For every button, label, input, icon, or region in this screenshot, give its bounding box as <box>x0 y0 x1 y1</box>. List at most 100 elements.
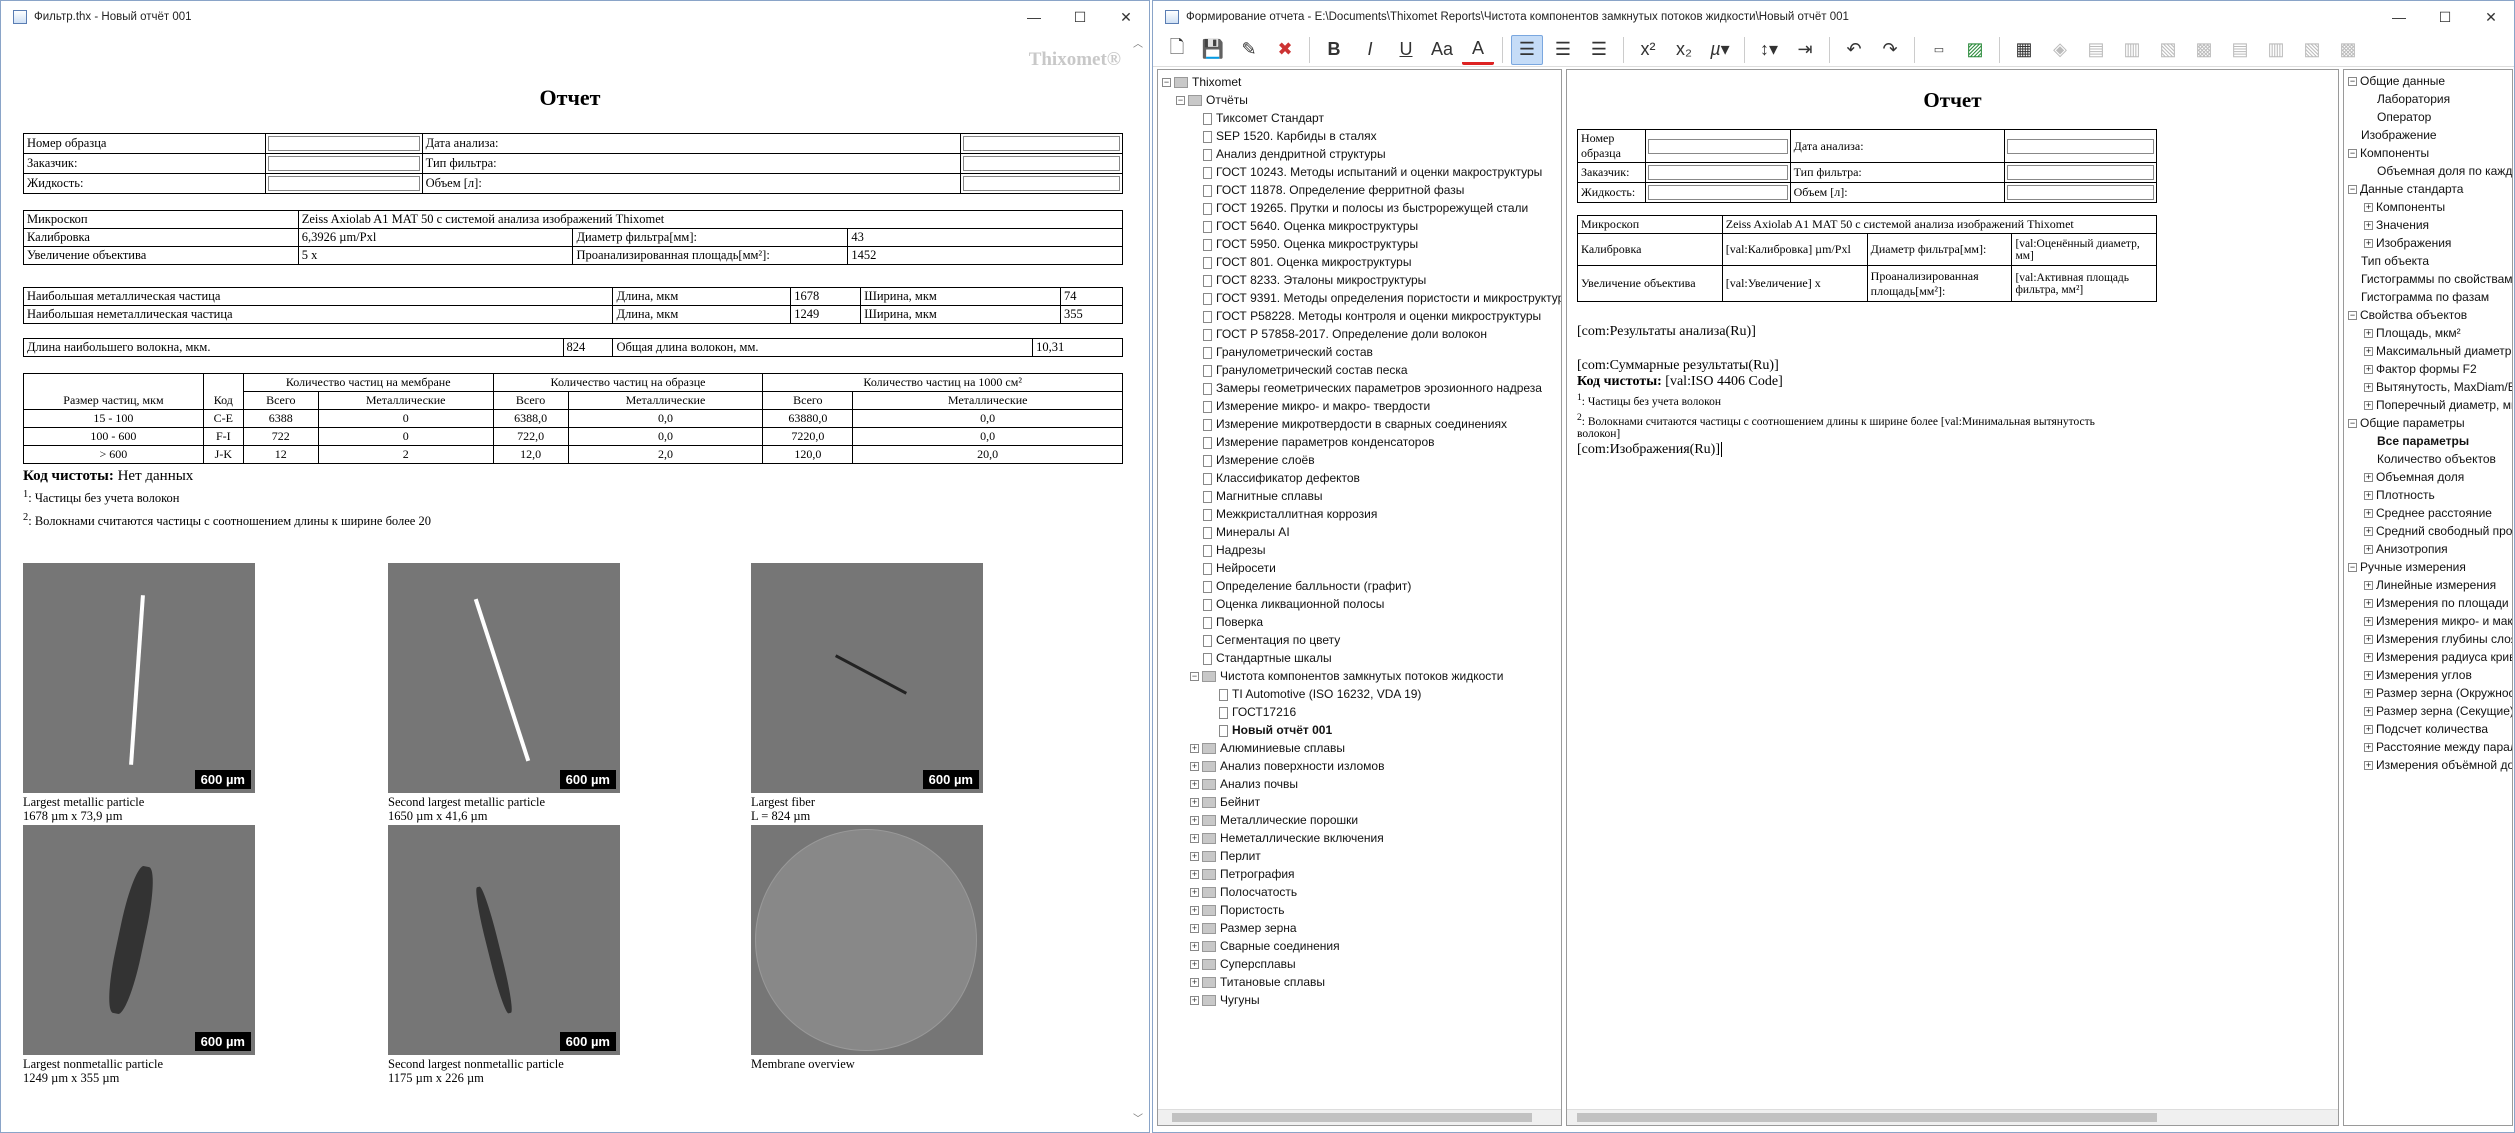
font-size-button[interactable]: Aa <box>1426 35 1458 65</box>
expand-icon[interactable]: + <box>1190 834 1199 844</box>
expand-icon[interactable]: + <box>2364 671 2373 681</box>
expand-icon[interactable]: + <box>2364 761 2373 771</box>
field-input[interactable] <box>960 133 1123 154</box>
tree-item[interactable]: Надрезы <box>1162 541 1557 559</box>
italic-button[interactable]: I <box>1354 35 1386 65</box>
property-item[interactable]: Все параметры <box>2346 432 2510 450</box>
table-tool-icon[interactable]: ▧ <box>2296 35 2328 65</box>
property-item[interactable]: + Подсчет количества <box>2346 720 2510 738</box>
property-item[interactable]: + Анизотропия <box>2346 540 2510 558</box>
tree-item[interactable]: ГОСТ Р 57858-2017. Определение доли воло… <box>1162 325 1557 343</box>
tree-item[interactable]: Определение балльности (графит) <box>1162 577 1557 595</box>
field-input[interactable] <box>960 173 1123 194</box>
expand-icon[interactable]: + <box>1190 780 1199 790</box>
undo-icon[interactable]: ↶ <box>1838 35 1870 65</box>
tree-item[interactable]: Нейросети <box>1162 559 1557 577</box>
table-tool-icon[interactable]: ▧ <box>2152 35 2184 65</box>
tree-item[interactable]: Гранулометрический состав <box>1162 343 1557 361</box>
collapse-icon[interactable]: − <box>2348 77 2357 87</box>
field-input[interactable] <box>265 173 423 194</box>
align-center-button[interactable]: ☰ <box>1547 35 1579 65</box>
tree-item[interactable]: Гранулометрический состав песка <box>1162 361 1557 379</box>
tree-item[interactable]: Классификатор дефектов <box>1162 469 1557 487</box>
redo-icon[interactable]: ↷ <box>1874 35 1906 65</box>
property-item[interactable]: + Объемная доля <box>2346 468 2510 486</box>
property-item[interactable]: − Ручные измерения <box>2346 558 2510 576</box>
property-item[interactable]: − Компоненты <box>2346 144 2510 162</box>
tree-item[interactable]: ГОСТ 9391. Методы определения пористости… <box>1162 289 1561 307</box>
tree-item-folder[interactable]: + Полосчатость <box>1162 883 1557 901</box>
insert-image-icon[interactable]: ▨ <box>1959 35 1991 65</box>
symbol-button[interactable]: µ ▾ <box>1704 35 1736 65</box>
tree-item[interactable]: TI Automotive (ISO 16232, VDA 19) <box>1162 685 1557 703</box>
expand-icon[interactable]: + <box>2364 617 2373 627</box>
expand-icon[interactable]: + <box>2364 491 2373 501</box>
underline-button[interactable]: U <box>1390 35 1422 65</box>
delete-icon[interactable]: ✖ <box>1269 35 1301 65</box>
expand-icon[interactable]: + <box>2364 689 2373 699</box>
property-item[interactable]: +Расстояние между параллельными прямыми <box>2346 738 2512 756</box>
property-item[interactable]: +Измерения микро- и макро- твердости <box>2346 612 2512 630</box>
tree-item-folder[interactable]: + Алюминиевые сплавы <box>1162 739 1557 757</box>
expand-icon[interactable]: + <box>1190 816 1199 826</box>
property-item[interactable]: + Измерения углов <box>2346 666 2510 684</box>
property-item[interactable]: + Значения <box>2346 216 2510 234</box>
align-left-button[interactable]: ☰ <box>1511 34 1543 65</box>
expand-icon[interactable]: + <box>1190 942 1199 952</box>
tree-item[interactable]: ГОСТ 8233. Эталоны микроструктуры <box>1162 271 1557 289</box>
property-item[interactable]: Гистограмма по фазам <box>2346 288 2510 306</box>
collapse-icon[interactable]: − <box>2348 185 2357 195</box>
expand-icon[interactable]: + <box>1190 744 1199 754</box>
property-item[interactable]: +Максимальный диаметр по Ферету, мкм <box>2346 342 2512 360</box>
property-item[interactable]: + Измерения объёмной доли <box>2346 756 2512 774</box>
field-input[interactable] <box>1644 182 1791 203</box>
expand-icon[interactable]: + <box>1190 978 1199 988</box>
maximize-icon[interactable]: ☐ <box>1057 1 1103 33</box>
tree-item[interactable]: SEP 1520. Карбиды в сталях <box>1162 127 1557 145</box>
property-item[interactable]: Гистограммы по свойствам <box>2346 270 2512 288</box>
expand-icon[interactable]: + <box>1190 852 1199 862</box>
vertical-scrollbar[interactable]: ︿ ﹀ <box>1133 35 1147 1125</box>
property-item[interactable]: − Свойства объектов <box>2346 306 2510 324</box>
bold-button[interactable]: B <box>1318 35 1350 65</box>
expand-icon[interactable]: + <box>1190 996 1199 1006</box>
field-input[interactable] <box>1644 129 1791 163</box>
expand-icon[interactable]: + <box>1190 762 1199 772</box>
table-tool-icon[interactable]: ▩ <box>2332 35 2364 65</box>
expand-icon[interactable]: + <box>2364 707 2373 717</box>
edit-icon[interactable]: ✎ <box>1233 35 1265 65</box>
collapse-icon[interactable]: − <box>2348 149 2357 159</box>
scroll-down-icon[interactable]: ﹀ <box>1133 1110 1143 1125</box>
tree-item[interactable]: Стандартные шкалы <box>1162 649 1557 667</box>
report-editor[interactable]: Отчет Номер образца Дата анализа: Заказчик… <box>1566 69 2339 1126</box>
expand-icon[interactable]: + <box>2364 383 2373 393</box>
property-item[interactable]: + Изображения <box>2346 234 2510 252</box>
expand-icon[interactable]: + <box>2364 509 2373 519</box>
property-item[interactable]: +Размер зерна (Окружности) <box>2346 684 2512 702</box>
expand-icon[interactable]: + <box>1190 798 1199 808</box>
property-item[interactable]: + Размер зерна (Секущие) <box>2346 702 2512 720</box>
expand-icon[interactable]: + <box>2364 401 2373 411</box>
property-item[interactable]: + Плотность <box>2346 486 2510 504</box>
expand-icon[interactable]: + <box>1190 888 1199 898</box>
tree-item[interactable]: ГОСТ 10243. Методы испытаний и оценки ма… <box>1162 163 1557 181</box>
tree-item[interactable]: Магнитные сплавы <box>1162 487 1557 505</box>
expand-icon[interactable]: + <box>2364 599 2373 609</box>
text-field-icon[interactable]: ▭ <box>1923 35 1955 65</box>
indent-button[interactable]: ⇥ <box>1789 35 1821 65</box>
field-input[interactable] <box>2004 182 2157 203</box>
tree-item-folder[interactable]: + Титановые сплавы <box>1162 973 1557 991</box>
collapse-icon[interactable]: − <box>2348 563 2357 573</box>
field-input[interactable] <box>2004 162 2157 183</box>
new-doc-icon[interactable]: 🗋 <box>1161 35 1193 65</box>
collapse-icon[interactable]: − <box>2348 419 2357 429</box>
tree-item[interactable]: Измерение микротвердости в сварных соеди… <box>1162 415 1557 433</box>
table-tool-icon[interactable]: ▤ <box>2080 35 2112 65</box>
tree-item[interactable]: Оценка ликвационной полосы <box>1162 595 1557 613</box>
tree-item[interactable]: Анализ дендритной структуры <box>1162 145 1557 163</box>
expand-icon[interactable]: + <box>2364 365 2373 375</box>
expand-icon[interactable]: + <box>2364 239 2373 249</box>
close-icon[interactable]: ✕ <box>1103 1 1149 33</box>
line-spacing-button[interactable]: ↕▾ <box>1753 35 1785 65</box>
tree-item[interactable]: Измерение параметров конденсаторов <box>1162 433 1557 451</box>
